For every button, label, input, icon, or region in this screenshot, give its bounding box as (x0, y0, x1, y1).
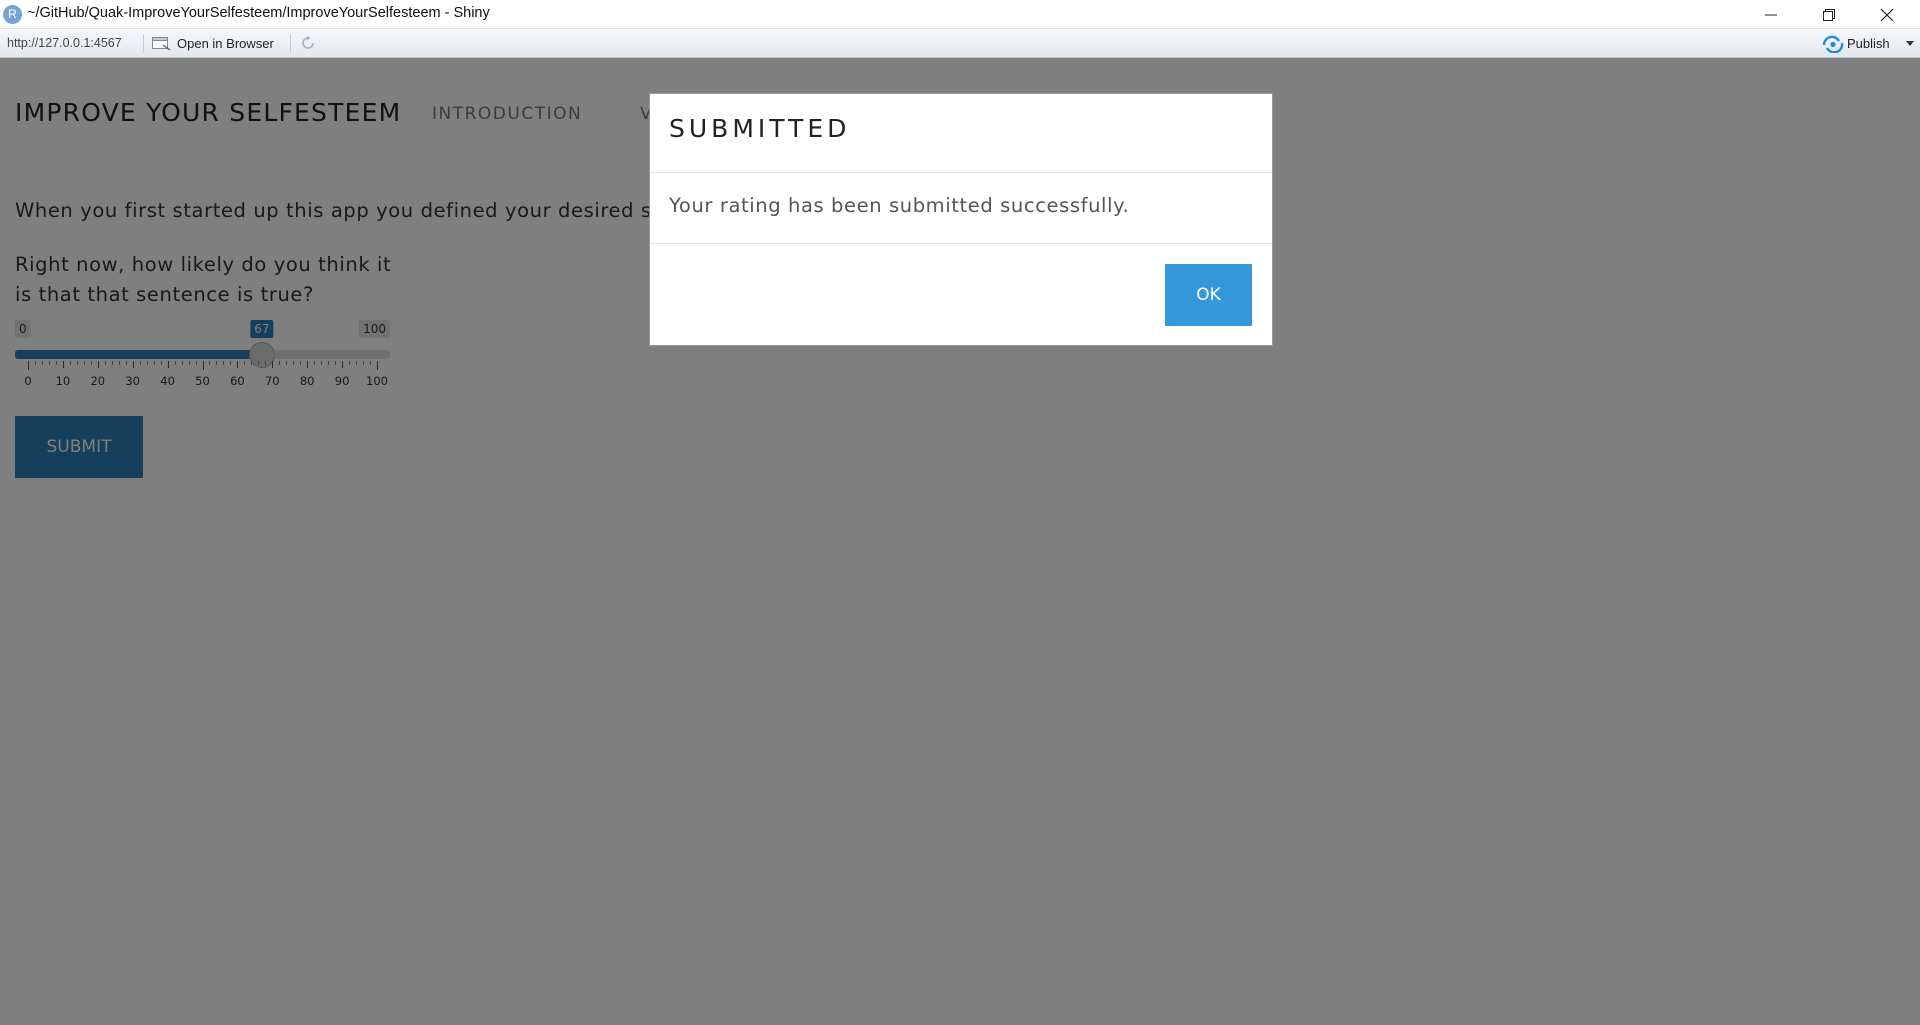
publish-button[interactable]: Publish (1820, 34, 1916, 53)
viewer-toolbar: http://127.0.0.1:4567 Open in Browser Pu… (0, 29, 1920, 58)
window-title: ~/GitHub/Quak-ImproveYourSelfesteem/Impr… (27, 5, 490, 21)
app-url: http://127.0.0.1:4567 (7, 36, 122, 50)
toolbar-divider (143, 34, 144, 53)
chevron-down-icon[interactable] (1906, 41, 1914, 47)
refresh-icon (302, 35, 314, 49)
restore-icon (1823, 9, 1835, 21)
minimize-icon (1765, 14, 1777, 16)
restore-button[interactable] (1800, 0, 1858, 29)
ok-button[interactable]: OK (1165, 264, 1252, 326)
refresh-button[interactable] (299, 34, 317, 52)
modal-message: Your rating has been submitted successfu… (669, 194, 1130, 217)
modal-title: SUBMITTED (669, 114, 851, 143)
toolbar-divider (290, 34, 291, 53)
window-title-bar: R ~/GitHub/Quak-ImproveYourSelfesteem/Im… (0, 0, 1920, 29)
submitted-modal: SUBMITTED Your rating has been submitted… (649, 93, 1273, 346)
r-app-icon: R (3, 5, 22, 24)
modal-body: Your rating has been submitted successfu… (650, 173, 1272, 244)
browser-window-icon (152, 37, 171, 51)
close-icon (1880, 8, 1894, 22)
close-window-button[interactable] (1858, 0, 1916, 29)
publish-label: Publish (1847, 36, 1890, 51)
publish-icon (1822, 35, 1844, 53)
open-in-browser-label: Open in Browser (177, 36, 274, 51)
modal-header: SUBMITTED (650, 94, 1272, 173)
minimize-button[interactable] (1742, 0, 1800, 29)
